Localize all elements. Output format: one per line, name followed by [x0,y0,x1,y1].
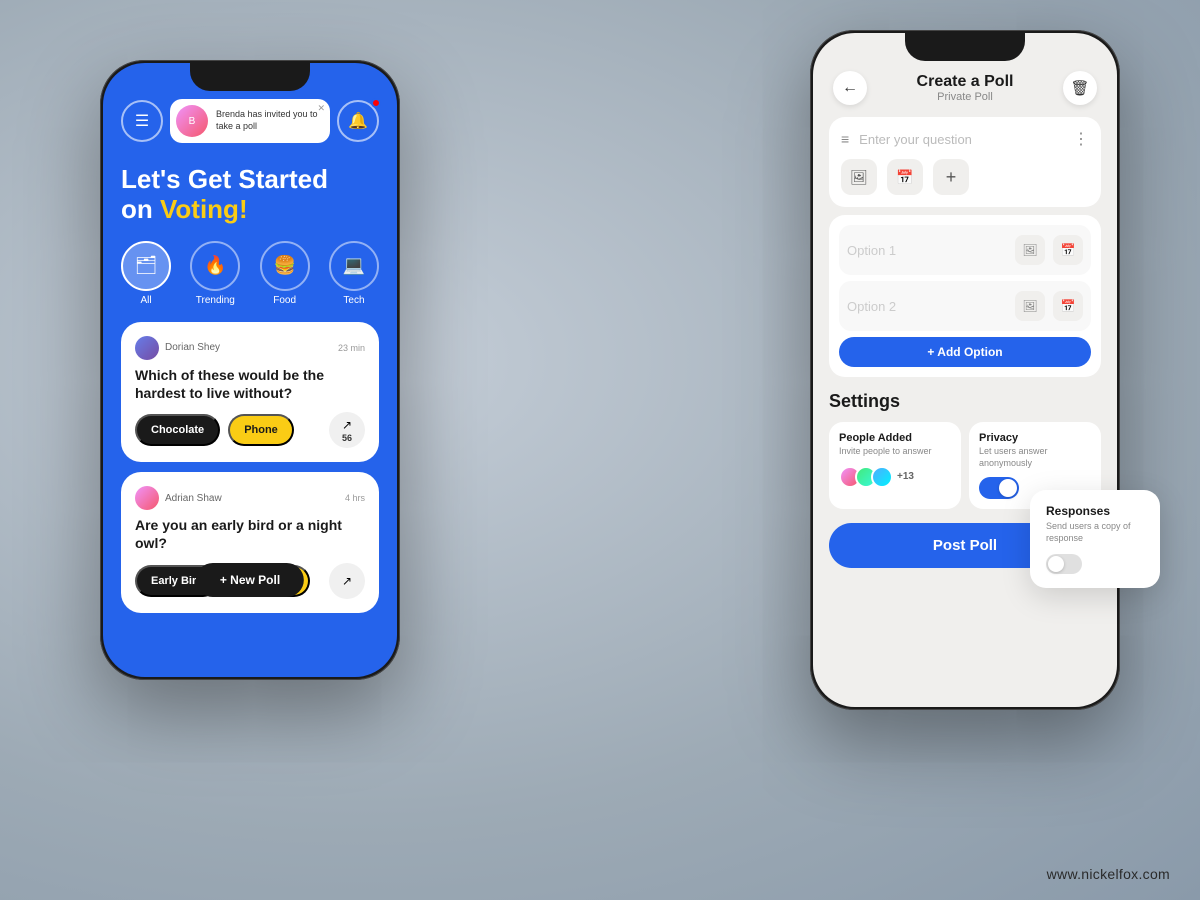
calendar-action-button[interactable]: 📅 [887,159,923,195]
people-added-desc: Invite people to answer [839,446,951,458]
privacy-desc: Let users answer anonymously [979,446,1091,469]
notch-left [190,63,310,91]
menu-button[interactable]: ☰ [121,100,163,142]
question-input-box: ≡ Enter your question ⋮ 🖼 📅 + [829,117,1101,207]
bell-container: 🔔 [337,100,379,142]
privacy-toggle-knob [999,479,1017,497]
phone-right: ← Create a Poll Private Poll 🗑 ≡ Enter y… [810,30,1120,710]
option-image-icon-1[interactable]: 🖼 [1015,235,1045,265]
image-icon: 🖼 [850,169,868,186]
category-tech-label: Tech [343,295,364,306]
option-label-1[interactable]: Option 1 [847,243,1007,258]
notification-dot [371,98,381,108]
card-header-1: Dorian Shey 23 min [135,336,365,360]
question-actions: 🖼 📅 + [841,159,1089,195]
people-count: +13 [897,471,914,482]
notch-right [905,33,1025,61]
tech-icon: 💻 [329,241,379,291]
option-row-1: Option 1 🖼 📅 [839,225,1091,275]
hero-highlight: Voting! [160,194,248,224]
card-time-1: 23 min [338,343,365,353]
phone-left: ☰ B Brenda has invited you to take a pol… [100,60,400,680]
question-row: ≡ Enter your question ⋮ [841,129,1089,149]
responses-toggle-knob [1048,556,1064,572]
people-added-title: People Added [839,432,951,444]
category-trending[interactable]: 🔥 Trending [190,241,240,306]
poll-card-1: Dorian Shey 23 min Which of these would … [121,322,379,462]
trending-icon: 🔥 [190,241,240,291]
card-user-2: Adrian Shaw [135,486,222,510]
poll-question-2: Are you an early bird or a night owl? [135,516,365,552]
responses-desc: Send users a copy of response [1046,521,1144,544]
watermark: www.nickelfox.com [1047,866,1170,882]
user-avatar-2 [135,486,159,510]
create-title-block: Create a Poll Private Poll [917,73,1014,103]
share-count-1: 56 [342,433,352,443]
hero-text: Let's Get Started on Voting! [121,165,379,225]
toast-avatar: B [176,105,208,137]
responses-card: Responses Send users a copy of response [1030,490,1160,588]
option-phone[interactable]: Phone [228,414,294,446]
share-icon: ↗ [342,418,352,432]
poll-options-1: Chocolate Phone ↗ 56 [135,412,365,448]
poll-question-1: Which of these would be the hardest to l… [135,366,365,402]
option-chocolate[interactable]: Chocolate [135,414,220,446]
food-icon: 🍔 [260,241,310,291]
image-action-button[interactable]: 🖼 [841,159,877,195]
notification-toast[interactable]: B Brenda has invited you to take a poll … [170,99,330,143]
create-title: Create a Poll [917,73,1014,91]
delete-button[interactable]: 🗑 [1063,71,1097,105]
share-button-1[interactable]: ↗ 56 [329,412,365,448]
category-all[interactable]: 🗂 All [121,241,171,306]
user-name-1: Dorian Shey [165,342,220,353]
option-row-2: Option 2 🖼 📅 [839,281,1091,331]
option-label-2[interactable]: Option 2 [847,299,1007,314]
card-time-2: 4 hrs [345,493,365,503]
option-calendar-icon-2[interactable]: 📅 [1053,291,1083,321]
share-button-2[interactable]: ↗ [329,563,365,599]
category-tech[interactable]: 💻 Tech [329,241,379,306]
user-name-2: Adrian Shaw [165,493,222,504]
people-avatars: +13 [839,466,951,488]
all-icon: 🗂 [121,241,171,291]
categories: 🗂 All 🔥 Trending 🍔 Food 💻 Tech [121,241,379,306]
hero-heading: Let's Get Started on Voting! [121,165,379,225]
card-user-1: Dorian Shey [135,336,220,360]
responses-toggle[interactable] [1046,554,1082,574]
add-option-button[interactable]: + Add Option [839,337,1091,367]
settings-title: Settings [829,391,1101,412]
options-box: Option 1 🖼 📅 Option 2 🖼 📅 + Add Option [829,215,1101,377]
responses-title: Responses [1046,504,1144,518]
add-action-button[interactable]: + [933,159,969,195]
privacy-title: Privacy [979,432,1091,444]
privacy-toggle[interactable] [979,477,1019,499]
bell-icon: 🔔 [348,111,368,131]
people-added-card: People Added Invite people to answer +13 [829,422,961,509]
card-header-2: Adrian Shaw 4 hrs [135,486,365,510]
person-avatar-3 [871,466,893,488]
option-calendar-icon-1[interactable]: 📅 [1053,235,1083,265]
back-button[interactable]: ← [833,71,867,105]
create-poll-header: ← Create a Poll Private Poll 🗑 [829,71,1101,105]
toast-text: Brenda has invited you to take a poll [216,109,320,132]
category-trending-label: Trending [196,295,235,306]
option-image-icon-2[interactable]: 🖼 [1015,291,1045,321]
left-header: ☰ B Brenda has invited you to take a pol… [121,99,379,143]
create-subtitle: Private Poll [917,91,1014,103]
toast-close-icon[interactable]: ✕ [317,103,325,114]
calendar-icon: 📅 [896,169,913,186]
new-poll-button[interactable]: + New Poll [196,563,304,597]
more-options-icon[interactable]: ⋮ [1073,129,1089,149]
share-icon-2: ↗ [342,574,352,588]
question-placeholder[interactable]: Enter your question [859,132,1063,147]
lines-icon: ≡ [841,131,849,147]
user-avatar-1 [135,336,159,360]
category-food[interactable]: 🍔 Food [260,241,310,306]
category-food-label: Food [273,295,296,306]
menu-icon: ☰ [135,111,149,131]
category-all-label: All [140,295,151,306]
